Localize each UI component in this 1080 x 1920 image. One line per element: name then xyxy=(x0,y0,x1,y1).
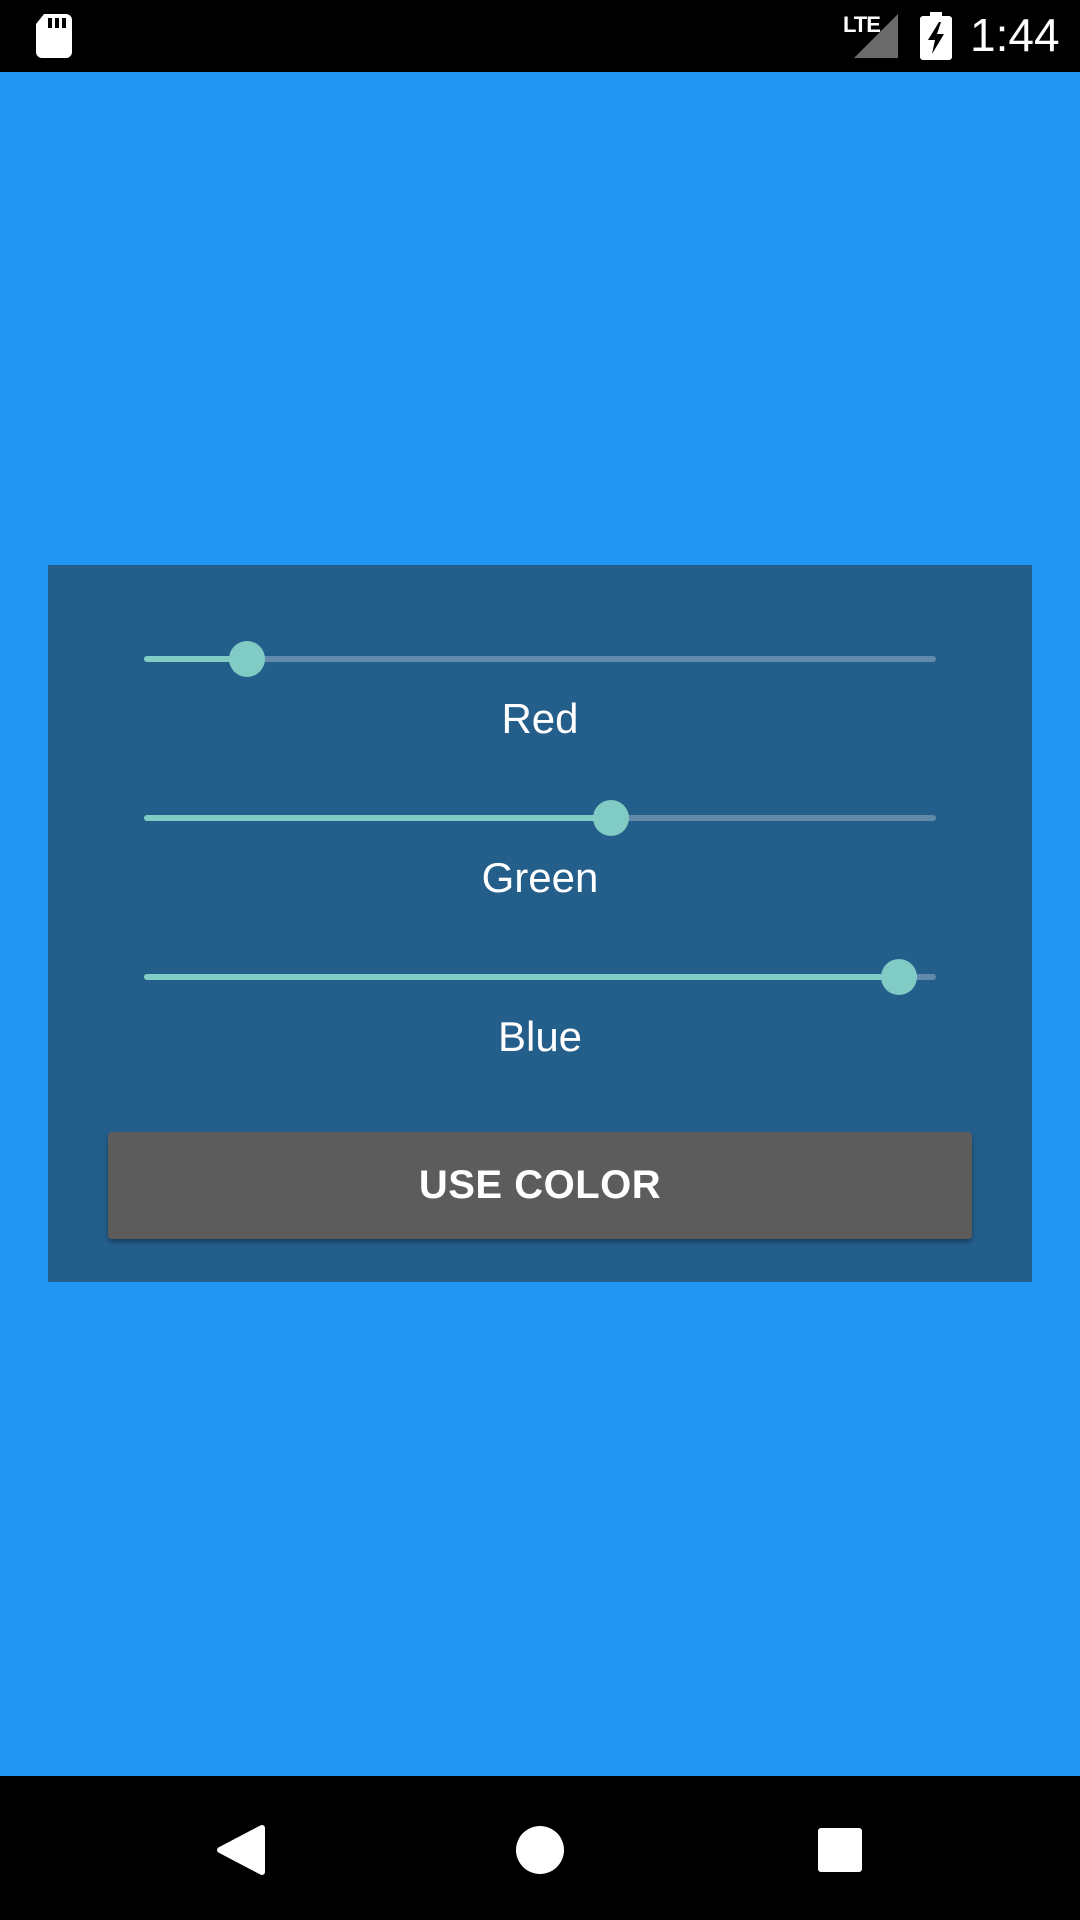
blue-slider-fill xyxy=(144,974,899,980)
blue-label: Blue xyxy=(497,1013,583,1060)
back-icon[interactable] xyxy=(210,1820,270,1880)
navigation-bar xyxy=(0,1776,1080,1920)
red-slider-thumb[interactable] xyxy=(228,641,265,677)
green-slider[interactable] xyxy=(144,798,936,838)
recents-icon[interactable] xyxy=(810,1820,870,1880)
status-time: 1:44 xyxy=(970,9,1060,61)
blue-slider[interactable] xyxy=(144,957,936,997)
battery-charging-icon xyxy=(920,12,952,60)
green-slider-thumb[interactable] xyxy=(593,800,630,836)
signal-icon xyxy=(854,14,898,58)
status-bar: LTE 1:44 xyxy=(0,0,1080,72)
green-slider-fill xyxy=(144,815,612,821)
color-picker-panel: Red Green Blue USE COLOR xyxy=(48,565,1032,1282)
blue-slider-thumb[interactable] xyxy=(880,959,917,995)
home-icon[interactable] xyxy=(510,1820,570,1880)
use-color-button[interactable]: USE COLOR xyxy=(108,1132,972,1239)
green-label: Green xyxy=(481,854,599,901)
red-slider[interactable] xyxy=(144,639,936,679)
sd-card-icon xyxy=(36,14,72,58)
red-label: Red xyxy=(501,695,579,742)
